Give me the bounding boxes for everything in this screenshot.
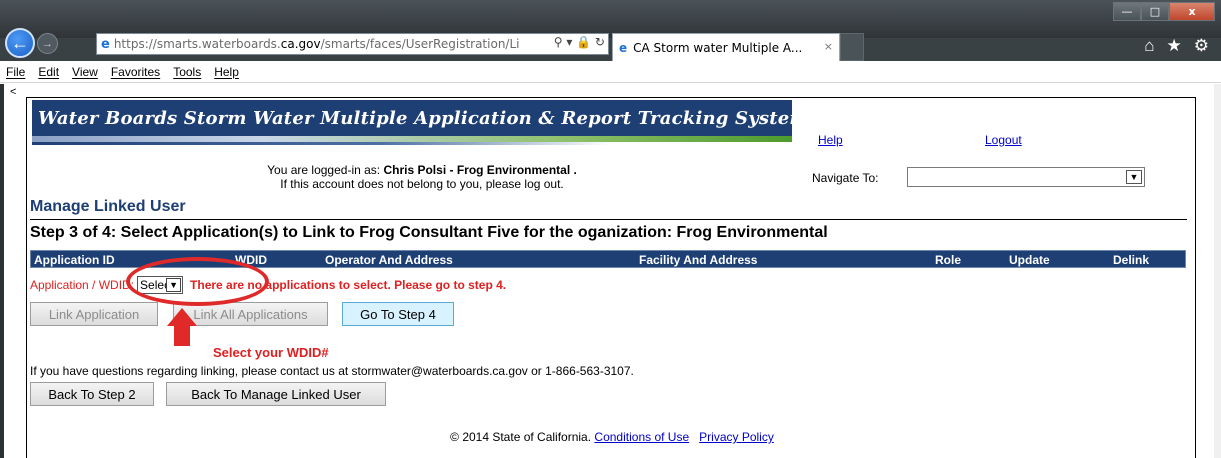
help-link[interactable]: Help <box>818 133 843 147</box>
col-operator: Operator And Address <box>325 253 453 267</box>
title-divider <box>30 219 1187 220</box>
logged-in-prefix: You are logged-in as: <box>267 163 384 177</box>
banner-stripe-secondary <box>32 142 612 145</box>
col-application-id: Application ID <box>34 253 115 267</box>
navigate-to-label: Navigate To: <box>812 171 879 185</box>
step-title: Step 3 of 4: Select Application(s) to Li… <box>30 224 828 241</box>
conditions-of-use-link[interactable]: Conditions of Use <box>594 430 689 444</box>
logged-in-note: If this account does not belong to you, … <box>280 177 564 191</box>
ie-logo-icon: e <box>101 36 110 52</box>
url-host: ca.gov <box>280 37 321 51</box>
home-icon[interactable]: ⌂ <box>1144 36 1154 56</box>
menu-file[interactable]: File <box>6 65 25 79</box>
url-prefix: https://smarts.waterboards. <box>113 37 281 51</box>
ie-logo-icon: e <box>619 40 628 55</box>
tab-close-icon[interactable]: × <box>824 40 833 53</box>
footer: © 2014 State of California. Conditions o… <box>27 430 1197 444</box>
window-controls: — □ x <box>1113 2 1215 21</box>
col-delink: Delink <box>1113 253 1150 267</box>
page-left-mark: < <box>10 86 17 98</box>
footer-copyright: © 2014 State of California. <box>450 430 592 444</box>
chevron-down-icon: ▼ <box>1126 170 1142 184</box>
back-to-manage-linked-user-button[interactable]: Back To Manage Linked User <box>166 382 386 406</box>
annotation-arrow-icon <box>167 308 197 326</box>
minimize-button[interactable]: — <box>1113 2 1141 21</box>
menu-favorites[interactable]: Favorites <box>111 65 160 79</box>
settings-gear-icon[interactable]: ⚙ <box>1194 36 1209 56</box>
menu-tools[interactable]: Tools <box>173 65 201 79</box>
forward-button[interactable]: → <box>37 33 58 54</box>
window-frame-left <box>0 84 4 458</box>
privacy-policy-link[interactable]: Privacy Policy <box>699 430 774 444</box>
back-to-step-2-button[interactable]: Back To Step 2 <box>30 382 154 406</box>
page-container: Water Boards Storm Water Multiple Applic… <box>26 97 1196 458</box>
col-update: Update <box>1009 253 1050 267</box>
annotation-arrow-shaft <box>174 325 190 346</box>
menu-edit[interactable]: Edit <box>38 65 59 79</box>
url-suffix: /smarts/faces/UserRegistration/Li <box>320 37 520 51</box>
vertical-scrollbar[interactable] <box>1214 84 1221 458</box>
col-facility: Facility And Address <box>639 253 758 267</box>
annotation-ellipse <box>126 257 269 306</box>
contact-info: If you have questions regarding linking,… <box>30 364 634 378</box>
close-window-button[interactable]: x <box>1169 2 1215 21</box>
favorites-star-icon[interactable]: ★ <box>1167 36 1182 56</box>
menu-help[interactable]: Help <box>214 65 239 79</box>
site-banner: Water Boards Storm Water Multiple Applic… <box>27 98 808 156</box>
back-button[interactable]: ← <box>5 28 35 58</box>
new-tab-button[interactable] <box>840 33 864 61</box>
logged-in-line: You are logged-in as: Chris Polsi - Frog… <box>27 163 817 177</box>
address-bar[interactable]: e https://smarts.waterboards. ca.gov/smar… <box>96 33 609 55</box>
col-role: Role <box>935 253 962 267</box>
banner-title: Water Boards Storm Water Multiple Applic… <box>32 100 808 136</box>
menu-bar: File Edit View Favorites Tools Help <box>0 61 1221 83</box>
annotation-hint: Select your WDID# <box>213 345 329 360</box>
menu-view[interactable]: View <box>72 65 98 79</box>
link-application-button[interactable]: Link Application <box>30 302 158 326</box>
logged-in-info: You are logged-in as: Chris Polsi - Frog… <box>27 163 817 191</box>
maximize-button[interactable]: □ <box>1141 2 1169 21</box>
go-to-step-4-button[interactable]: Go To Step 4 <box>342 302 454 326</box>
navigate-to-select[interactable]: ▼ <box>907 167 1145 187</box>
tab-title: CA Storm water Multiple A... <box>633 40 803 55</box>
logout-link[interactable]: Logout <box>985 133 1022 147</box>
address-tools[interactable]: ⚲ ▾ 🔒 ↻ <box>549 35 605 49</box>
tab-storm-water[interactable]: e CA Storm water Multiple A... × <box>612 33 840 61</box>
wdid-label: Application / WDID: <box>30 278 135 292</box>
page-title: Manage Linked User <box>30 198 186 215</box>
logged-in-user: Chris Polsi - Frog Environmental . <box>383 163 577 177</box>
browser-right-icons: ⌂ ★ ⚙ <box>1144 36 1209 56</box>
forward-arrow-icon: → <box>42 37 53 50</box>
back-arrow-icon: ← <box>11 32 29 53</box>
